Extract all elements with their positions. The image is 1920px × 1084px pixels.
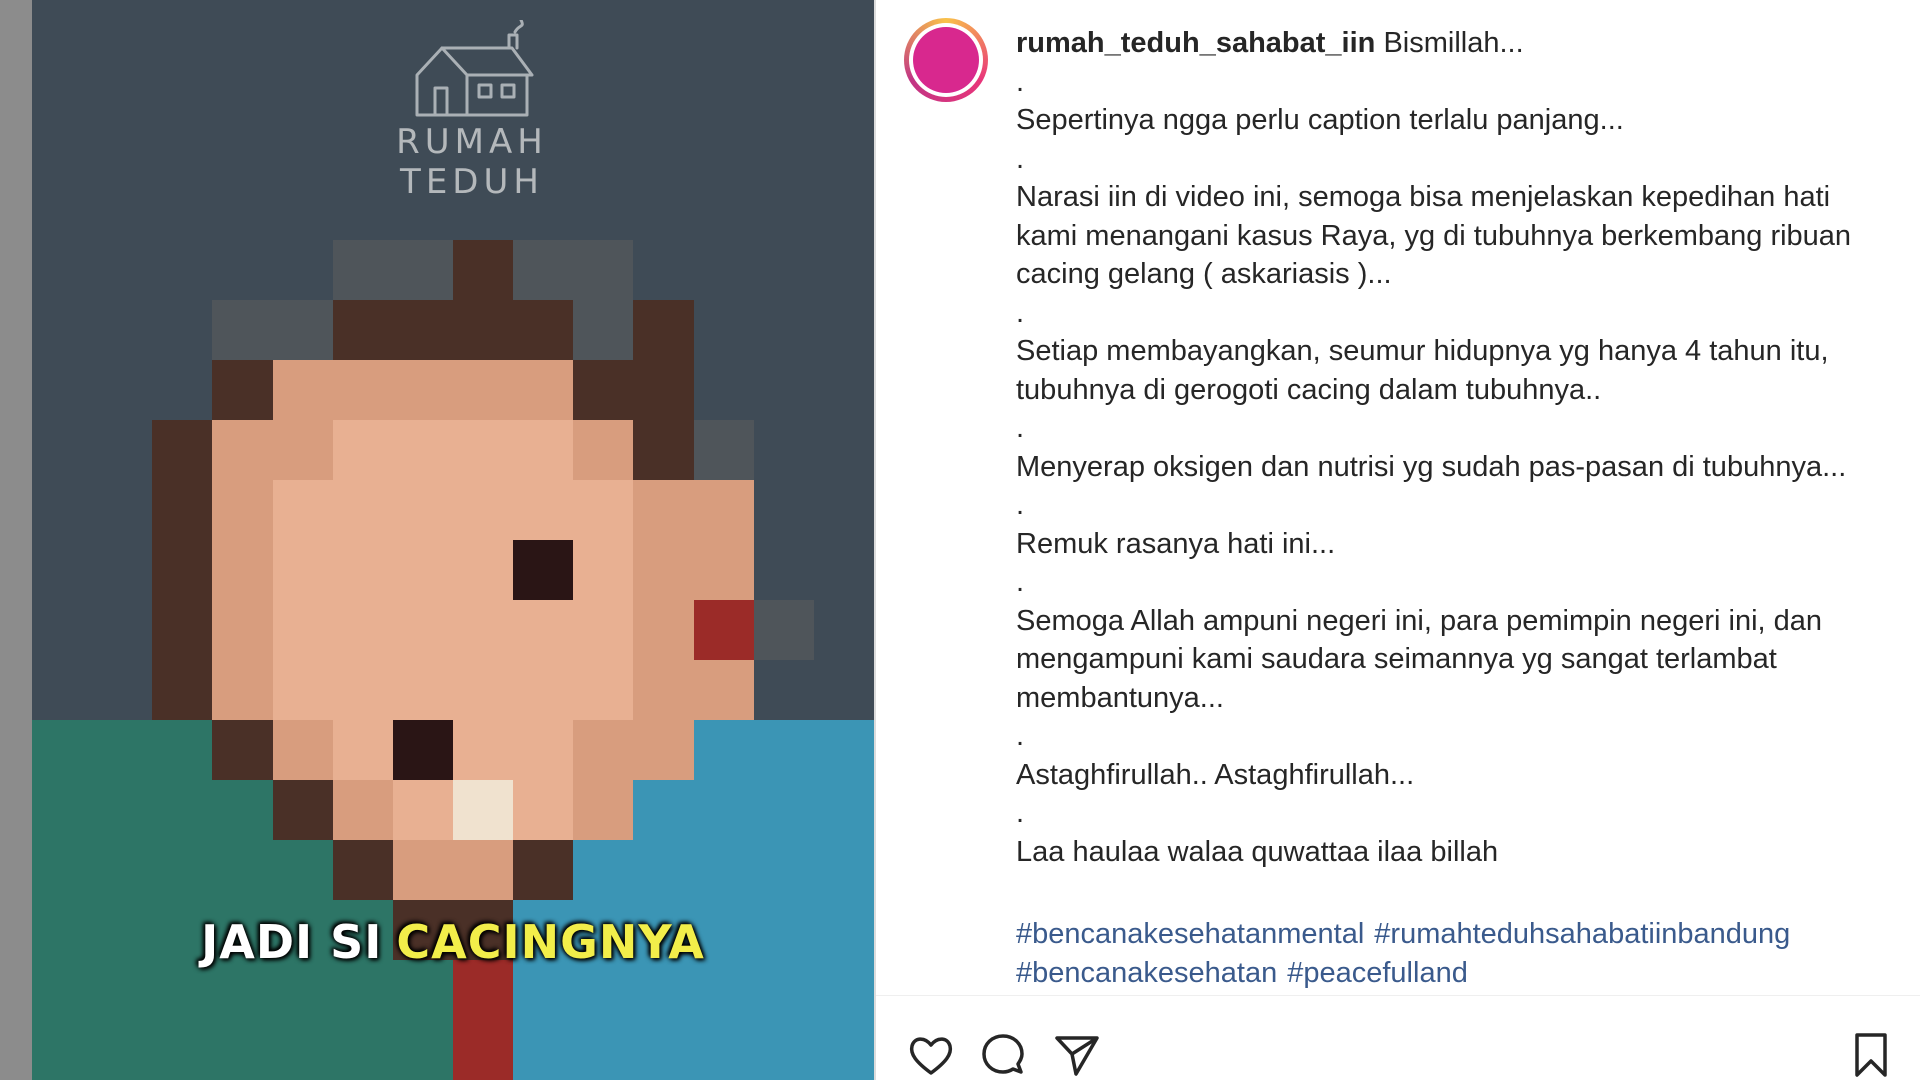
house-logo-icon	[415, 20, 534, 117]
caption-line: Menyerap oksigen dan nutrisi yg sudah pa…	[1016, 450, 1847, 483]
caption-line: cacing gelang ( askariasis )...	[1016, 258, 1392, 290]
avatar-image	[913, 27, 979, 93]
caption-line: Semoga Allah ampuni negeri ini, para pem…	[1016, 604, 1823, 637]
post-caption: rumah_teduh_sahabat_iin Bismillah... . Se…	[1016, 24, 1896, 871]
caption-line: membantunya...	[1016, 681, 1224, 714]
avatar[interactable]	[904, 18, 988, 102]
like-button[interactable]	[906, 1030, 956, 1080]
caption-first-line: rumah_teduh_sahabat_iin Bismillah...	[1016, 24, 1896, 63]
caption-separator: .	[1016, 65, 1025, 98]
caption-line: tubuhnya di gerogoti cacing dalam tubuhn…	[1016, 373, 1602, 406]
hashtag-list: #bencanakesehatanmental #rumahteduhsahaba…	[1016, 915, 1896, 993]
heart-icon	[909, 1037, 953, 1075]
subtitle-word-white: JADI SI	[201, 915, 383, 969]
caption-separator: .	[1016, 142, 1025, 175]
caption-separator: .	[1016, 296, 1025, 329]
hashtag-link[interactable]: #rumahteduhsahabatiinbandung	[1374, 918, 1790, 950]
post-media[interactable]: RUMAH TEDUH JADI SI CACINGNYA	[32, 0, 874, 1080]
caption-opening-text: Bismillah...	[1383, 27, 1524, 59]
actions-divider	[876, 995, 1920, 996]
subtitle-word-yellow: CACINGNYA	[396, 915, 705, 969]
caption-separator: .	[1016, 797, 1025, 829]
hashtag-link[interactable]: #peacefulland	[1287, 957, 1468, 989]
caption-line: Setiap membayangkan, seumur hidupnya yg …	[1016, 335, 1829, 367]
caption-line: Laa haulaa walaa quwattaa ilaa billah	[1016, 835, 1499, 868]
caption-separator: .	[1016, 412, 1025, 444]
page-edge-strip	[0, 0, 32, 1080]
watermark-text: RUMAH TEDUH	[396, 122, 548, 202]
caption-line: Remuk rasanya hati ini...	[1016, 527, 1336, 560]
caption-separator: .	[1016, 489, 1025, 521]
save-button[interactable]	[1846, 1030, 1896, 1080]
avatar-ring	[909, 23, 983, 97]
share-button[interactable]	[1052, 1030, 1102, 1080]
rumah-teduh-watermark: RUMAH TEDUH	[332, 20, 612, 202]
caption-line: Narasi iin di video ini, semoga bisa men…	[1016, 181, 1831, 213]
caption-line: Astaghfirullah.. Astaghfirullah...	[1016, 758, 1415, 791]
post-details-panel: rumah_teduh_sahabat_iin Bismillah... . Se…	[876, 0, 1920, 1080]
caption-separator: .	[1016, 566, 1025, 598]
caption-separator: .	[1016, 720, 1025, 752]
caption-line: kami menangani kasus Raya, yg di tubuhny…	[1016, 219, 1852, 252]
paper-plane-icon	[1055, 1036, 1099, 1076]
caption-body: . Sepertinya ngga perlu caption terlalu p…	[1016, 63, 1896, 872]
hashtag-link[interactable]: #bencanakesehatanmental	[1016, 918, 1364, 950]
hashtag-link[interactable]: #bencanakesehatan	[1016, 957, 1277, 989]
caption-line: Sepertinya ngga perlu caption terlalu pa…	[1016, 104, 1624, 136]
caption-line: mengampuni kami saudara seimannya yg san…	[1016, 643, 1777, 675]
video-subtitle: JADI SI CACINGNYA	[32, 915, 874, 969]
username-link[interactable]: rumah_teduh_sahabat_iin	[1016, 27, 1375, 59]
comment-button[interactable]	[978, 1030, 1028, 1080]
comment-icon	[982, 1034, 1024, 1074]
bookmark-icon	[1855, 1033, 1887, 1077]
post-actions-bar	[906, 1030, 1896, 1080]
